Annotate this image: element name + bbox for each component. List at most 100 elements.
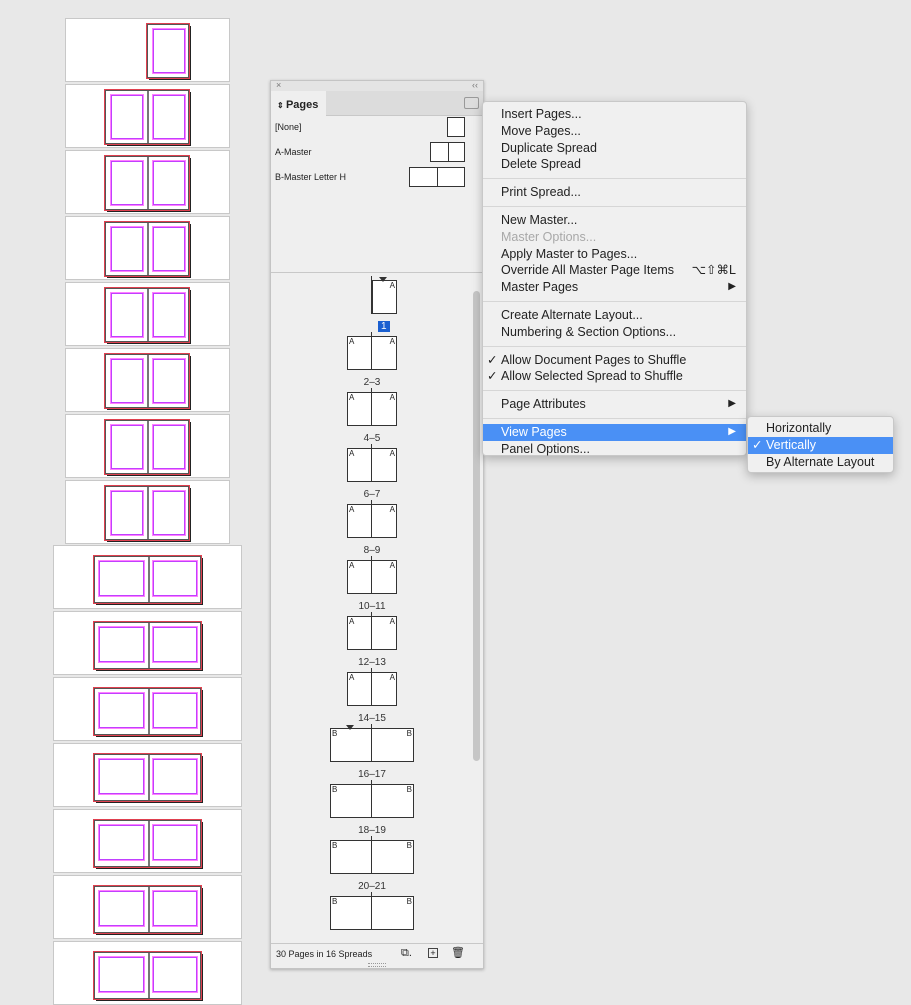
page-thumbnail[interactable]: BB — [330, 896, 414, 930]
margin-guide — [110, 160, 144, 206]
menu-item[interactable]: ✓ Allow Selected Spread to Shuffle — [483, 368, 746, 385]
master-prefix: B — [406, 897, 412, 906]
margin-guide — [110, 226, 144, 272]
menu-item[interactable]: Master Options... — [483, 229, 746, 246]
page-label: 1 — [378, 321, 390, 332]
master-prefix: A — [349, 673, 355, 682]
resize-grip[interactable] — [368, 963, 386, 967]
checkmark-icon: ✓ — [487, 369, 498, 384]
master-prefix: B — [406, 841, 412, 850]
spread-thumbnail[interactable] — [53, 677, 242, 741]
menu-item[interactable]: Numbering & Section Options... — [483, 324, 746, 341]
master-prefix: B — [332, 729, 338, 738]
scrollbar[interactable] — [473, 291, 480, 761]
spread-thumbnail[interactable] — [53, 545, 242, 609]
menu-item-label: Allow Selected Spread to Shuffle — [501, 369, 683, 384]
page-thumbnail[interactable]: BB — [330, 840, 414, 874]
submenu-item[interactable]: Horizontally — [748, 420, 893, 437]
menu-separator — [483, 300, 746, 302]
edit-page-size-icon[interactable]: ⧉. — [401, 947, 412, 960]
menu-item[interactable]: Print Spread... — [483, 184, 746, 201]
master-thumbnail[interactable] — [409, 167, 465, 187]
spread-thumbnail[interactable] — [65, 150, 230, 214]
updown-icon: ⇕ — [277, 101, 286, 110]
checkmark-icon: ✓ — [487, 352, 498, 367]
spine — [147, 355, 149, 407]
spread-thumbnail[interactable] — [65, 348, 230, 412]
master-thumbnail[interactable] — [447, 117, 465, 137]
spread-thumbnail[interactable] — [53, 941, 242, 1005]
spread-thumbnail[interactable] — [65, 18, 230, 82]
tab-pages[interactable]: ⇕ Pages — [271, 91, 326, 116]
page-thumbnail[interactable]: AA — [347, 336, 397, 370]
view-pages-submenu: Horizontally ✓ Vertically By Alternate Layo… — [747, 416, 894, 473]
menu-item[interactable]: New Master... — [483, 212, 746, 229]
menu-item-label: Master Pages — [501, 280, 579, 295]
menu-item[interactable]: Panel Options... — [483, 441, 746, 458]
submenu-item[interactable]: ✓ Vertically — [748, 436, 893, 454]
menu-item-label: New Master... — [501, 212, 578, 227]
spine — [371, 668, 372, 706]
master-item[interactable]: [None] — [275, 122, 302, 132]
master-thumbnail[interactable] — [430, 142, 465, 162]
menu-item-label: Insert Pages... — [501, 107, 582, 121]
spread-thumbnail[interactable] — [65, 282, 230, 346]
menu-item[interactable]: Create Alternate Layout... — [483, 307, 746, 324]
spread-thumbnail[interactable] — [65, 414, 230, 478]
spread-page — [93, 753, 202, 802]
pages-list: A 1 A A 2–3 A A 4–5 A A 6–7 A A 8–9 A A 10–11 A A 12–13 A A 14… — [271, 272, 483, 943]
margin-guide — [98, 890, 145, 927]
menu-item[interactable]: Page Attributes ▶ — [483, 396, 746, 413]
page-thumbnail[interactable]: AA — [347, 672, 397, 706]
close-icon[interactable]: × — [276, 80, 281, 90]
trash-icon[interactable]: 🗑 — [451, 946, 465, 959]
spread-page — [93, 885, 202, 934]
margin-guide — [110, 490, 144, 536]
page-thumbnail[interactable]: AA — [347, 392, 397, 426]
panel-footer: 30 Pages in 16 Spreads ⧉. + 🗑 — [271, 943, 483, 962]
spread-thumbnail[interactable] — [53, 611, 242, 675]
page-thumbnail[interactable]: AA — [347, 448, 397, 482]
spread-thumbnail[interactable] — [65, 216, 230, 280]
menu-item[interactable]: View Pages ▶ — [483, 423, 746, 441]
menu-item[interactable]: Apply Master to Pages... — [483, 246, 746, 263]
page-thumbnail[interactable]: AA — [347, 616, 397, 650]
menu-item[interactable]: Duplicate Spread — [483, 140, 746, 157]
spine — [147, 953, 150, 998]
master-item[interactable]: A-Master — [275, 147, 312, 157]
master-prefix: A — [349, 449, 355, 458]
page-label: 4–5 — [363, 433, 381, 444]
menu-item[interactable]: ✓ Allow Document Pages to Shuffle — [483, 352, 746, 369]
margin-guide — [110, 424, 144, 470]
menu-separator — [483, 390, 746, 392]
master-prefix: A — [389, 393, 395, 402]
spread-thumbnail[interactable] — [53, 809, 242, 873]
margin-guide — [152, 94, 186, 140]
panel-menu-button[interactable] — [464, 97, 479, 109]
menu-item[interactable]: Insert Pages... — [483, 106, 746, 123]
menu-item-label: Allow Document Pages to Shuffle — [501, 352, 687, 367]
spine — [447, 143, 449, 161]
page-thumbnail[interactable]: AA — [347, 504, 397, 538]
menu-item[interactable]: Override All Master Page Items ⌥⇧⌘L — [483, 262, 746, 279]
spine — [147, 557, 150, 602]
double-chevron-icon[interactable]: ‹‹ — [472, 80, 478, 90]
margin-guide — [152, 28, 186, 74]
page-label: 12–13 — [358, 657, 386, 668]
page-thumbnail[interactable]: BB — [330, 784, 414, 818]
submenu-item[interactable]: By Alternate Layout — [748, 454, 893, 471]
menu-item[interactable]: Master Pages ▶ — [483, 279, 746, 296]
page-thumbnail[interactable]: BB — [330, 728, 414, 762]
spine — [147, 623, 150, 668]
new-page-icon[interactable]: + — [428, 948, 438, 958]
page-thumbnail[interactable]: AA — [347, 560, 397, 594]
menu-item[interactable]: Delete Spread — [483, 156, 746, 173]
master-item[interactable]: B-Master Letter H — [275, 172, 346, 182]
spread-thumbnail[interactable] — [53, 875, 242, 939]
spread-thumbnail[interactable] — [65, 480, 230, 544]
spread-thumbnail[interactable] — [53, 743, 242, 807]
spread-thumbnail[interactable] — [65, 84, 230, 148]
menu-item[interactable]: Move Pages... — [483, 123, 746, 140]
spine — [371, 724, 372, 762]
menu-separator — [483, 178, 746, 180]
